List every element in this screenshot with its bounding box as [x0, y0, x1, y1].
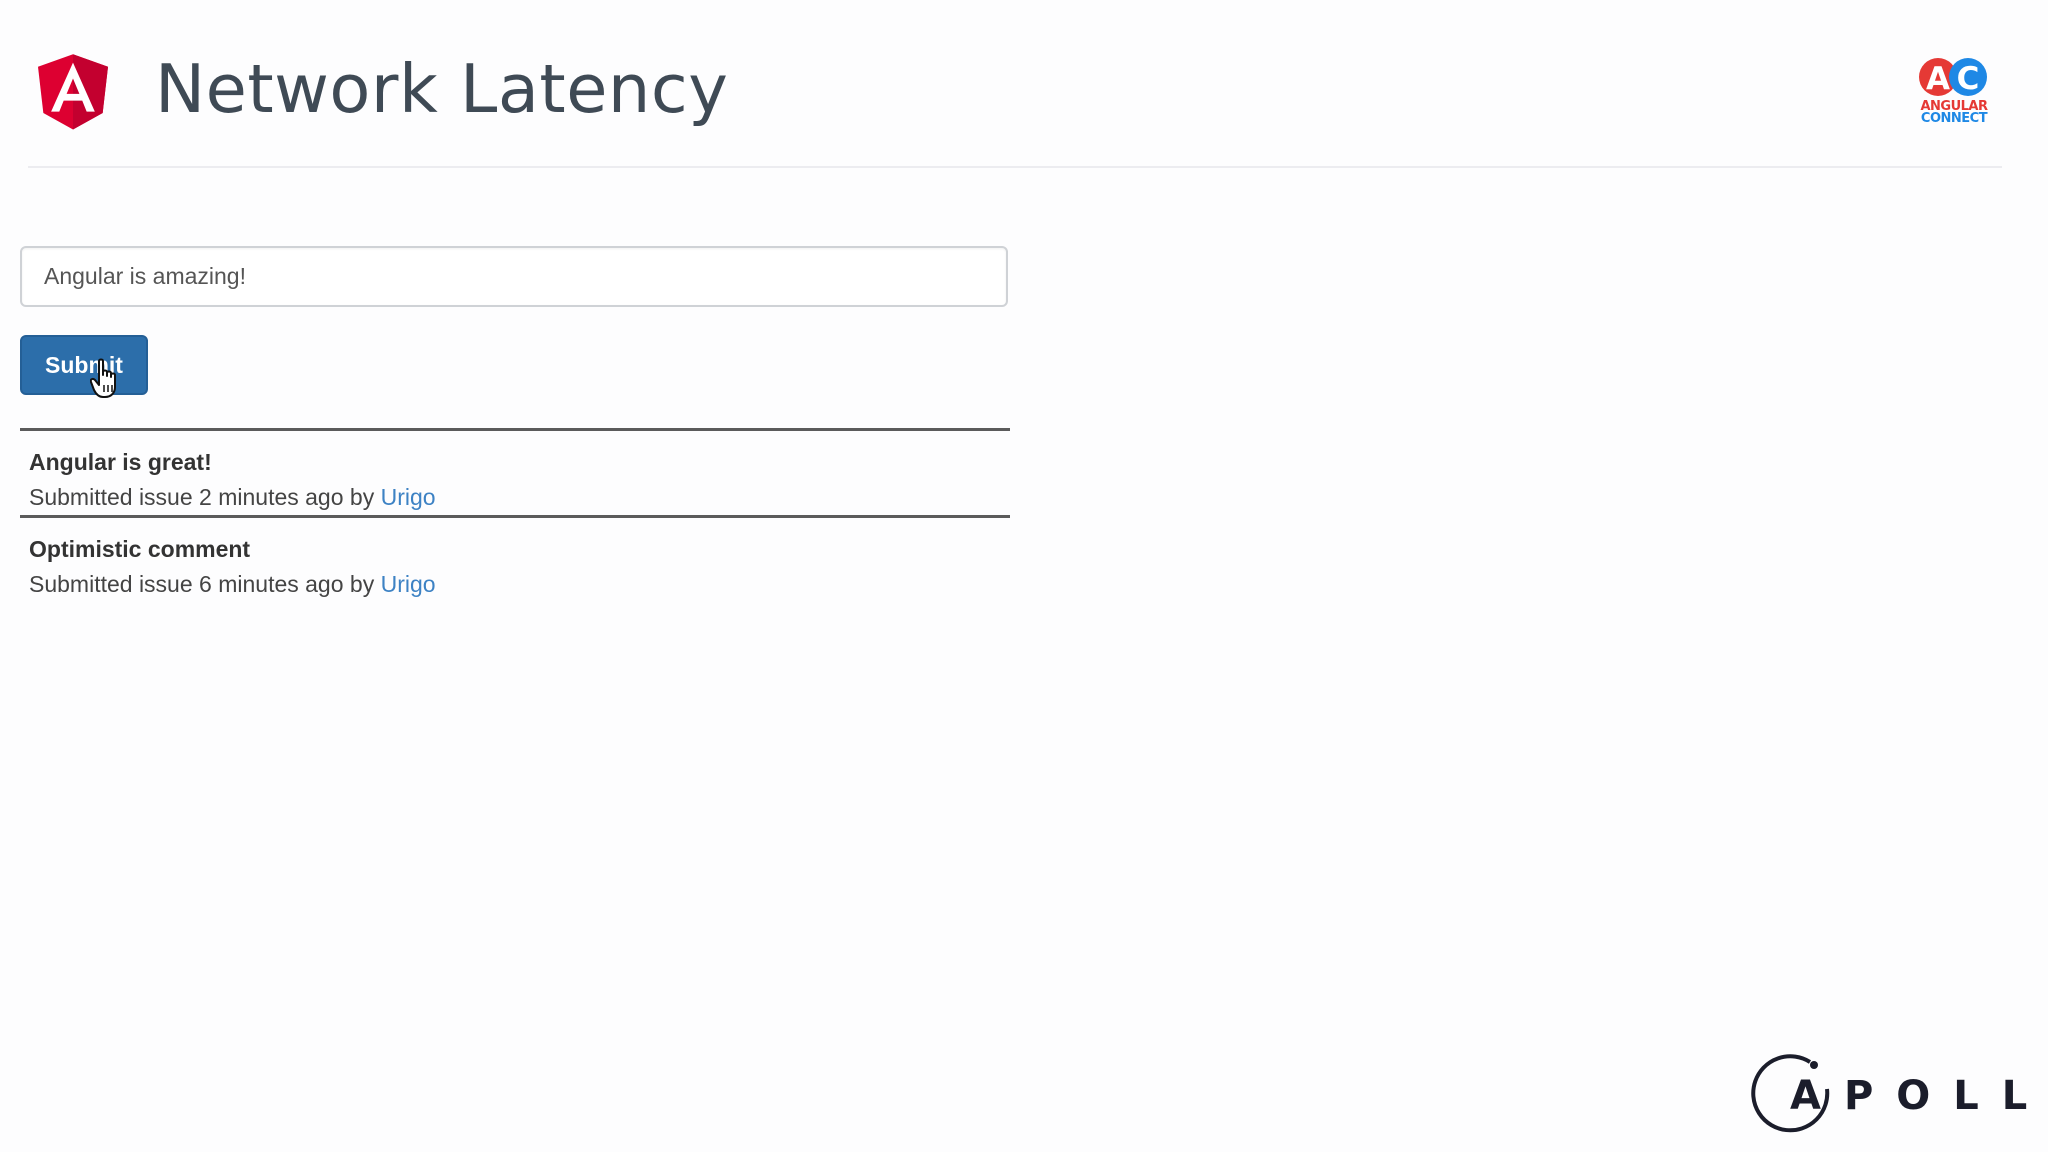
- comment-meta: Submitted issue 6 minutes ago by Urigo: [29, 570, 1010, 598]
- angular-connect-logo-icon: A C ANGULAR CONNECT: [1918, 56, 1990, 128]
- comment-meta-text: Submitted issue 6 minutes ago by: [29, 571, 381, 597]
- apollo-wordmark: APOLLO: [1790, 1073, 2048, 1119]
- comment-title: Optimistic comment: [29, 536, 251, 562]
- submit-button[interactable]: Submit: [20, 335, 148, 395]
- comment-input[interactable]: [20, 246, 1008, 307]
- comment-list: Angular is great! Submitted issue 2 minu…: [20, 428, 1010, 602]
- ac-letter-a: A: [1926, 61, 1950, 97]
- comment-meta-text: Submitted issue 2 minutes ago by: [29, 484, 381, 510]
- hand-pointer-cursor-icon: [90, 358, 116, 398]
- author-link[interactable]: Urigo: [381, 484, 436, 510]
- header-divider: [28, 166, 2002, 168]
- comment-meta: Submitted issue 2 minutes ago by Urigo: [29, 483, 1010, 511]
- list-item: Optimistic comment Submitted issue 6 min…: [20, 515, 1010, 602]
- page-title: Network Latency: [155, 50, 729, 128]
- comment-title: Angular is great!: [29, 449, 212, 475]
- list-item: Angular is great! Submitted issue 2 minu…: [20, 428, 1010, 515]
- ac-label-connect: CONNECT: [1920, 111, 1988, 126]
- author-link[interactable]: Urigo: [381, 571, 436, 597]
- header: Network Latency A C ANGULAR CONNECT: [0, 0, 2048, 170]
- angular-connect-badge-icon: A C: [1919, 58, 1987, 97]
- angular-logo-icon: [37, 54, 109, 130]
- ac-letter-c: C: [1957, 61, 1980, 97]
- apollo-logo-icon: APOLLO: [1748, 1053, 2048, 1139]
